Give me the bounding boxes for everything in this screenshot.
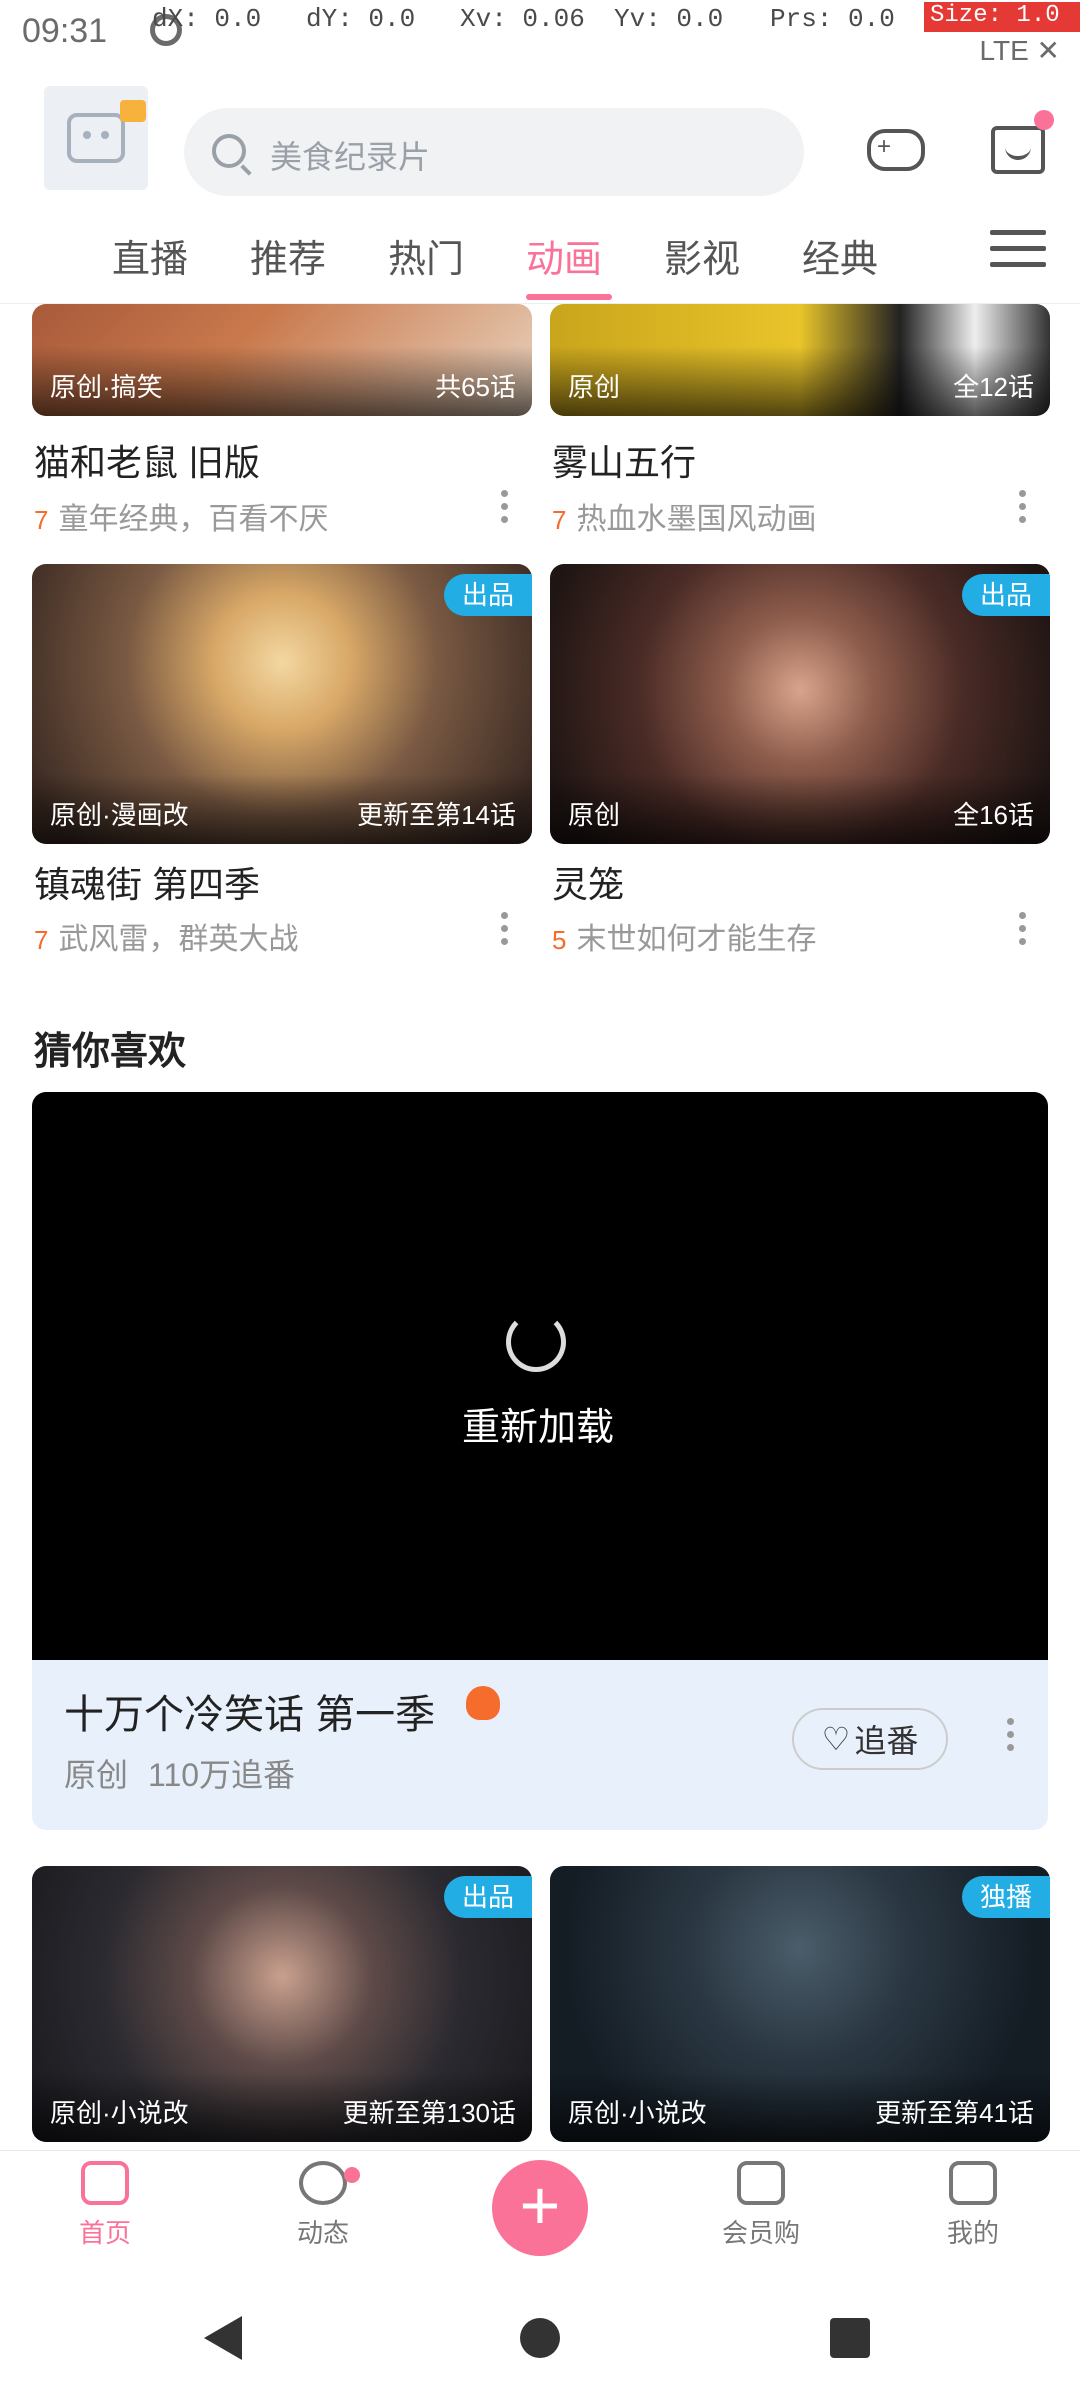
shopping-bag-icon — [737, 2161, 785, 2205]
tv-avatar-icon — [67, 113, 125, 163]
reload-button[interactable]: 重新加载 — [462, 1396, 614, 1451]
game-button[interactable] — [854, 108, 938, 192]
thumb-genre: 原创·小说改 — [50, 2098, 189, 2128]
tv-home-icon — [81, 2161, 129, 2205]
publish-plus-button[interactable]: + — [492, 2160, 588, 2256]
thumb-genre: 原创 — [568, 372, 621, 402]
gamepad-icon — [867, 129, 925, 171]
thumb-genre: 原创·搞笑 — [50, 372, 163, 402]
thumb-genre: 原创 — [568, 800, 621, 830]
promo-subtitle: 原创 110万追番 — [64, 1757, 296, 1793]
video-thumbnail: 出品 原创·小说改 更新至第130话 — [32, 1866, 532, 2142]
thumb-episodes: 更新至第14话 — [357, 800, 516, 830]
reload-icon[interactable] — [506, 1312, 566, 1372]
tv-profile-icon — [949, 2161, 997, 2205]
badge-original: 出品 — [443, 574, 532, 616]
section-title: 猜你喜欢 — [34, 1031, 187, 1073]
tab-hot[interactable]: 热门 — [388, 228, 464, 283]
back-icon[interactable] — [204, 2316, 242, 2360]
video-title: 雾山五行 — [552, 442, 697, 483]
recent-apps-icon[interactable] — [830, 2318, 870, 2358]
more-options-icon[interactable] — [498, 490, 510, 530]
debug-size: Size: 1.0 — [924, 2, 1080, 32]
top-bar: 美食纪录片 — [0, 64, 1080, 204]
status-bar: 09:31 dX: 0.0 dY: 0.0 Xv: 0.06 Yv: 0.0 P… — [0, 0, 1080, 66]
more-options-icon[interactable] — [1016, 912, 1028, 952]
hot-flame-icon — [466, 1686, 500, 1720]
video-card[interactable]: 出品 原创·漫画改 更新至第14话 镇魂街 第四季 7 武风雷，群英大战 — [32, 564, 532, 964]
badge-original: 出品 — [961, 574, 1050, 616]
debug-dy: dY: 0.0 — [306, 4, 416, 34]
video-player[interactable] — [32, 1092, 1048, 1660]
thumb-episodes: 全16话 — [953, 800, 1034, 830]
tab-movies[interactable]: 影视 — [664, 228, 740, 283]
promo-panel[interactable]: 十万个冷笑话 第一季 原创 110万追番 ♡ 追番 — [32, 1660, 1048, 1830]
notification-dot-icon — [344, 2167, 360, 2183]
heart-check-icon: ♡ — [821, 1721, 851, 1757]
status-time: 09:31 — [22, 12, 108, 50]
thumb-episodes: 更新至第41话 — [875, 2098, 1034, 2128]
more-options-icon[interactable] — [1004, 1718, 1016, 1758]
video-thumbnail: 原创 全12话 — [550, 304, 1050, 416]
message-button[interactable] — [976, 108, 1060, 192]
video-subtitle: 5 末世如何才能生存 — [552, 923, 817, 956]
video-subtitle: 7 童年经典，百看不厌 — [34, 503, 329, 536]
system-navigation — [0, 2276, 1080, 2400]
notification-dot-icon — [1034, 110, 1054, 130]
debug-xv: Xv: 0.06 — [460, 4, 585, 34]
video-title: 镇魂街 第四季 — [34, 864, 261, 905]
video-card[interactable]: 原创 全12话 雾山五行 7 热血水墨国风动画 — [550, 304, 1050, 536]
inbox-icon — [991, 126, 1045, 174]
video-card[interactable]: 独播 原创·小说改 更新至第41话 — [550, 1866, 1050, 2150]
nav-shop[interactable]: 会员购 — [696, 2161, 826, 2250]
planet-icon — [299, 2161, 347, 2205]
thumb-genre: 原创·小说改 — [568, 2098, 707, 2128]
video-thumbnail: 原创·搞笑 共65话 — [32, 304, 532, 416]
badge-exclusive: 独播 — [961, 1876, 1050, 1918]
category-tabs: 直播 推荐 热门 动画 影视 经典 — [0, 204, 1080, 304]
tab-anime[interactable]: 动画 — [526, 228, 602, 283]
video-title: 灵笼 — [552, 864, 625, 905]
more-options-icon[interactable] — [1016, 490, 1028, 530]
thumb-episodes: 共65话 — [435, 372, 516, 402]
video-card[interactable]: 原创·搞笑 共65话 猫和老鼠 旧版 7 童年经典，百看不厌 — [32, 304, 532, 536]
video-title: 猫和老鼠 旧版 — [34, 442, 261, 483]
thumb-genre: 原创·漫画改 — [50, 800, 189, 830]
tab-indicator — [526, 294, 612, 300]
vip-badge-icon — [120, 100, 146, 122]
video-subtitle: 7 武风雷，群英大战 — [34, 923, 299, 956]
search-icon — [212, 134, 246, 168]
video-subtitle: 7 热血水墨国风动画 — [552, 503, 817, 536]
video-card[interactable]: 出品 原创 全16话 灵笼 5 末世如何才能生存 — [550, 564, 1050, 964]
tab-recommend[interactable]: 推荐 — [250, 228, 326, 283]
nav-profile[interactable]: 我的 — [908, 2161, 1038, 2250]
debug-prs: Prs: 0.0 — [770, 4, 895, 34]
nav-home[interactable]: 首页 — [40, 2161, 170, 2250]
tab-classic[interactable]: 经典 — [802, 228, 878, 283]
debug-yv: Yv: 0.0 — [614, 4, 724, 34]
search-box[interactable]: 美食纪录片 — [184, 108, 804, 196]
search-input[interactable]: 美食纪录片 — [270, 132, 430, 178]
nav-dynamic[interactable]: 动态 — [258, 2161, 388, 2250]
follow-button[interactable]: ♡ 追番 — [792, 1708, 948, 1770]
badge-original: 出品 — [443, 1876, 532, 1918]
home-icon[interactable] — [520, 2318, 560, 2358]
thumb-episodes: 更新至第130话 — [342, 2098, 516, 2128]
tab-live[interactable]: 直播 — [112, 228, 188, 283]
video-card[interactable]: 出品 原创·小说改 更新至第130话 — [32, 1866, 532, 2150]
video-thumbnail: 独播 原创·小说改 更新至第41话 — [550, 1866, 1050, 2142]
debug-dx: dX: 0.0 — [152, 4, 262, 34]
tab-menu-icon[interactable] — [990, 230, 1046, 280]
promo-title: 十万个冷笑话 第一季 — [64, 1693, 436, 1737]
video-thumbnail: 出品 原创 全16话 — [550, 564, 1050, 844]
thumb-episodes: 全12话 — [953, 372, 1034, 402]
more-options-icon[interactable] — [498, 912, 510, 952]
system-icons: LTE ✕ — [979, 35, 1060, 66]
video-thumbnail: 出品 原创·漫画改 更新至第14话 — [32, 564, 532, 844]
